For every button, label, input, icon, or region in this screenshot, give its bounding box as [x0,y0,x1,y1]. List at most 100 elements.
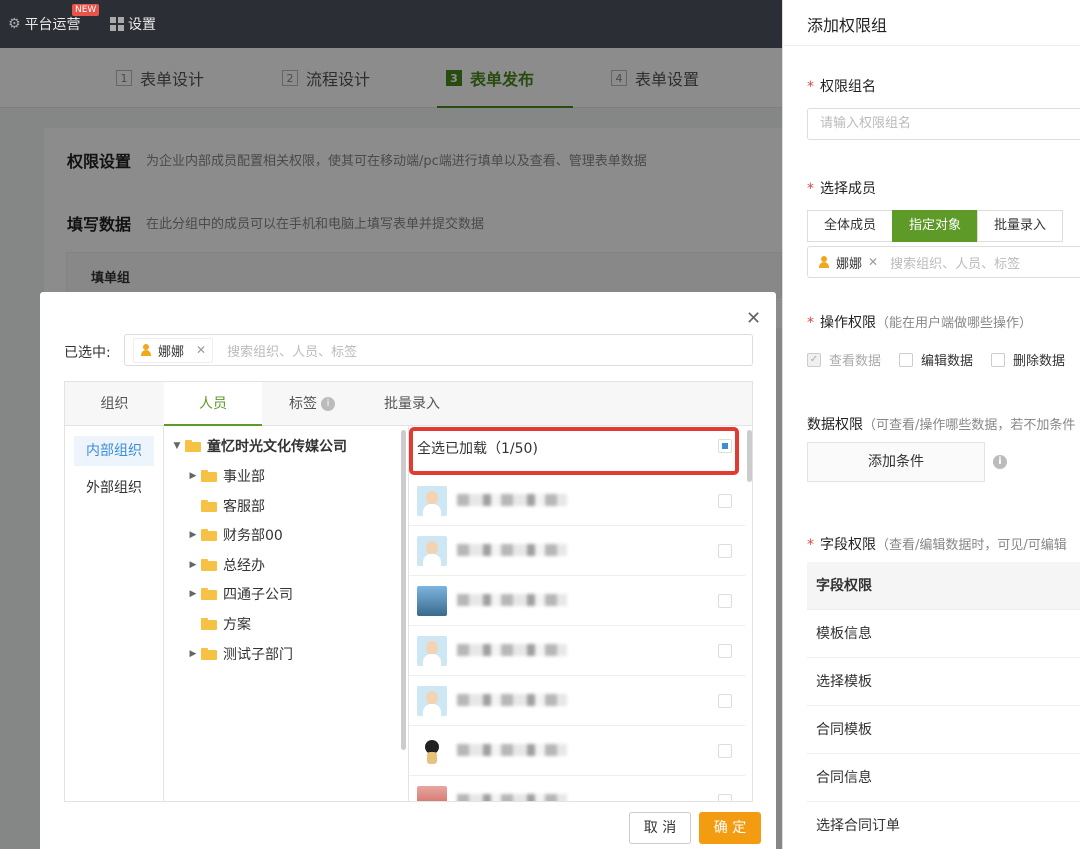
tree-node[interactable]: 客服部 [185,494,265,518]
member-type-segment: 全体成员 指定对象 批量录入 [807,210,1064,242]
member-checkbox[interactable] [718,544,732,558]
list-item[interactable] [409,626,745,676]
add-condition-button[interactable]: 添加条件 [807,442,985,482]
nav-settings[interactable]: 设置 [110,14,156,34]
data-label-text: 数据权限 [807,417,863,433]
check-edit-data[interactable]: 编辑数据 [899,350,973,369]
caret-right-icon[interactable]: ▶ [185,589,201,599]
org-type-internal[interactable]: 内部组织 [74,436,154,466]
tree-node-label: 财务部00 [223,528,283,544]
list-item[interactable] [409,476,745,526]
check-icon: ✓ [807,352,821,367]
member-checkbox[interactable] [718,494,732,508]
tree-node-label: 方案 [223,617,251,633]
avatar [417,486,447,516]
tree-node-label: 四通子公司 [223,587,293,603]
gear-icon: ⚙ [8,16,21,32]
grid-icon [110,17,124,31]
chip-label: 娜娜 [158,344,185,360]
member-checkbox[interactable] [718,594,732,608]
list-item[interactable] [409,676,745,726]
op-hint: （能在用户端做哪些操作） [876,316,1033,331]
confirm-button[interactable]: 确 定 [699,812,761,844]
select-all-checkbox[interactable] [718,439,732,453]
selected-member-chip: 娜娜 ✕ [133,337,214,363]
tab-org[interactable]: 组织 [65,382,164,426]
member-tab-all[interactable]: 全体成员 [807,210,894,242]
list-item[interactable] [409,576,745,626]
list-item[interactable] [409,526,745,576]
close-icon[interactable]: ✕ [746,308,761,329]
info-icon[interactable]: i [993,455,1007,469]
add-permission-group-drawer: 添加权限组 * 权限组名 请输入权限组名 * 选择成员 全体成员 指定对象 批量录入… [782,0,1080,849]
group-name-label: * 权限组名 [807,76,876,96]
remove-chip-icon[interactable]: ✕ [868,255,878,269]
member-label-text: 选择成员 [820,181,876,197]
nav-platform-ops-label: 平台运营 [24,17,81,33]
member-label: * 选择成员 [807,178,876,198]
data-permission-label: 数据权限（可查看/操作哪些数据，若不加条件 [807,414,1075,434]
selected-members-box[interactable]: 娜娜 ✕ 搜索组织、人员、标签 [124,334,753,366]
drawer-title: 添加权限组 [807,16,888,35]
avatar [417,786,447,801]
table-row: 选择合同订单 [807,802,1080,849]
avatar [417,536,447,566]
tree-node[interactable]: ▶ 测试子部门 [185,642,293,666]
caret-right-icon[interactable]: ▶ [185,530,201,540]
table-row: 选择模板 [807,658,1080,706]
tree-node[interactable]: ▶ 总经办 [185,553,265,577]
remove-chip-icon[interactable]: ✕ [196,343,206,357]
tab-tag[interactable]: 标签 i [262,382,362,426]
group-name-input[interactable]: 请输入权限组名 [807,108,1080,140]
scrollbar[interactable] [401,430,406,750]
caret-right-icon[interactable]: ▶ [185,649,201,659]
folder-icon [201,588,217,600]
check-view-data[interactable]: ✓ 查看数据 [807,350,881,369]
tree-node[interactable]: ▶ 四通子公司 [185,582,293,606]
tree-node[interactable]: 方案 [185,612,251,636]
scrollbar[interactable] [747,430,752,482]
member-checkbox[interactable] [718,744,732,758]
cancel-button[interactable]: 取 消 [629,812,691,844]
tree-node-label: 总经办 [223,558,265,574]
caret-right-icon[interactable]: ▶ [185,471,201,481]
member-tab-specified[interactable]: 指定对象 [892,210,979,242]
person-icon [818,256,830,268]
nav-platform-ops[interactable]: ⚙ 平台运营 [8,14,81,34]
tree-node[interactable]: ▶ 事业部 [185,464,265,488]
tree-node-root[interactable]: ▼ 童忆时光文化传媒公司 [169,434,347,458]
person-icon [140,344,152,356]
caret-down-icon[interactable]: ▼ [169,441,185,451]
check-label: 查看数据 [829,354,882,369]
org-type-external[interactable]: 外部组织 [74,473,154,503]
org-type-list: 内部组织 外部组织 [65,426,164,801]
list-item[interactable] [409,726,745,776]
group-name-label-text: 权限组名 [820,79,876,95]
member-chip: 娜娜 [836,256,863,272]
required-mark: * [807,79,814,95]
check-label: 删除数据 [1013,354,1066,369]
blurred-name [457,594,567,606]
tree-node-label: 事业部 [223,469,265,485]
member-checkbox[interactable] [718,794,732,801]
blurred-name [457,794,567,801]
avatar [417,686,447,716]
tab-batch[interactable]: 批量录入 [362,382,462,426]
member-tab-batch[interactable]: 批量录入 [977,210,1064,242]
picker-panel: 组织 人员 标签 i 批量录入 内部组织 外部组织 ▼ 童忆时光文化传媒公司 ▶ … [64,381,753,802]
member-search-placeholder: 搜索组织、人员、标签 [890,256,1021,272]
checkbox [991,352,1006,367]
field-permission-label: * 字段权限（查看/编辑数据时，可见/可编辑 [807,534,1067,554]
avatar [417,636,447,666]
list-item[interactable] [409,776,745,801]
folder-icon [201,529,217,541]
check-delete-data[interactable]: 删除数据 [991,350,1065,369]
field-label-text: 字段权限 [820,537,876,553]
tree-node[interactable]: ▶ 财务部00 [185,523,283,547]
member-checkbox[interactable] [718,644,732,658]
tab-member[interactable]: 人员 [164,382,262,426]
member-checkbox[interactable] [718,694,732,708]
member-select-box[interactable]: 娜娜 ✕ 搜索组织、人员、标签 [807,246,1080,278]
caret-right-icon[interactable]: ▶ [185,560,201,570]
required-mark: * [807,315,814,331]
